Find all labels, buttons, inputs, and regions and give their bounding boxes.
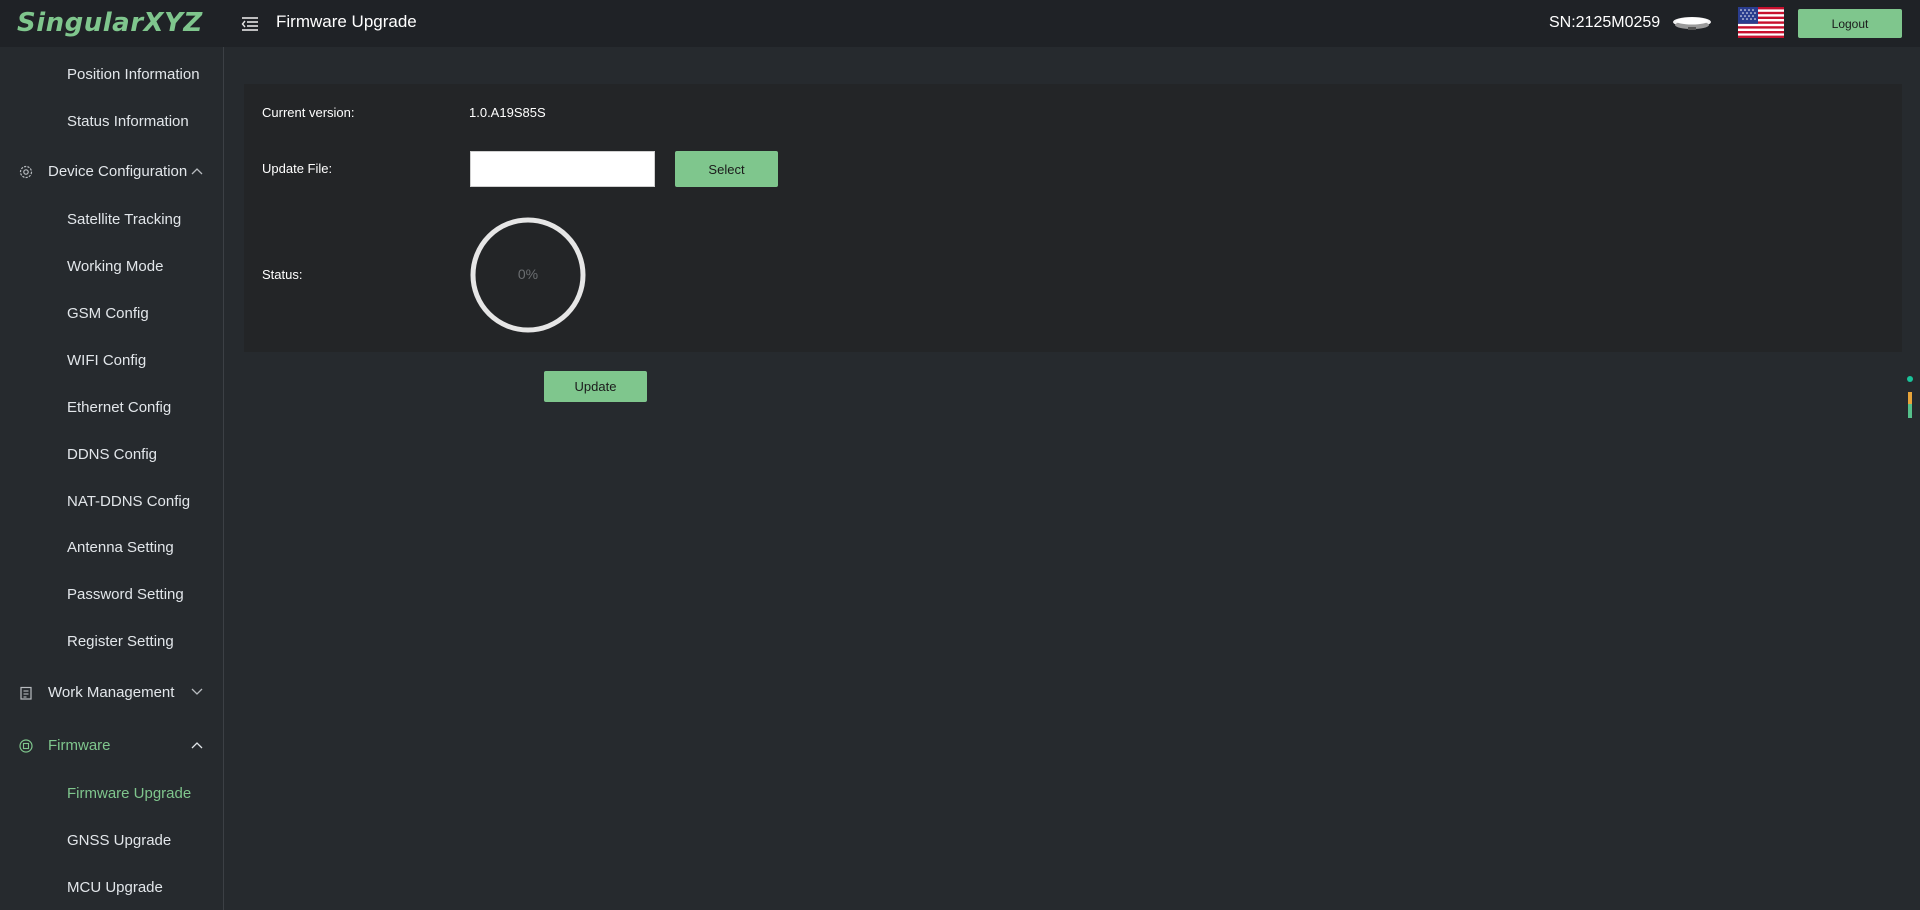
gnss-receiver-icon <box>1673 17 1711 30</box>
sidebar-item-mcu-upgrade[interactable]: MCU Upgrade <box>67 879 163 896</box>
chip-icon <box>19 739 33 753</box>
top-header: SingularXYZ Firmware Upgrade SN:2125M025… <box>0 0 1920 47</box>
sidebar: Position Information Status Information … <box>0 47 224 910</box>
gear-icon <box>19 165 33 179</box>
sidebar-item-status-information[interactable]: Status Information <box>67 113 189 130</box>
sidebar-item-firmware-upgrade[interactable]: Firmware Upgrade <box>67 785 191 802</box>
sidebar-item-antenna-setting[interactable]: Antenna Setting <box>67 539 174 556</box>
sidebar-item-password-setting[interactable]: Password Setting <box>67 586 184 603</box>
sidebar-item-position-information[interactable]: Position Information <box>67 66 200 83</box>
sidebar-item-wifi-config[interactable]: WIFI Config <box>67 352 146 369</box>
sidebar-group-label: Work Management <box>48 684 175 701</box>
side-indicator-icon <box>1907 376 1913 418</box>
serial-number: SN:2125M0259 <box>1549 14 1661 31</box>
update-file-input[interactable] <box>470 151 655 187</box>
sidebar-group-work-management[interactable]: Work Management <box>0 678 223 708</box>
current-version-label: Current version: <box>262 105 355 120</box>
sidebar-group-label: Device Configuration <box>48 163 188 180</box>
sidebar-item-working-mode[interactable]: Working Mode <box>67 258 163 275</box>
select-file-button[interactable]: Select <box>675 151 778 187</box>
sidebar-item-gnss-upgrade[interactable]: GNSS Upgrade <box>67 832 171 849</box>
sidebar-group-device-configuration[interactable]: Device Configuration <box>0 157 223 187</box>
chevron-up-icon <box>191 168 203 175</box>
sidebar-item-gsm-config[interactable]: GSM Config <box>67 305 149 322</box>
progress-percent: 0% <box>517 266 539 282</box>
status-label: Status: <box>262 267 303 282</box>
sidebar-group-firmware[interactable]: Firmware <box>0 731 223 761</box>
menu-toggle-icon[interactable] <box>240 14 260 34</box>
sidebar-item-satellite-tracking[interactable]: Satellite Tracking <box>67 211 181 228</box>
chevron-down-icon <box>191 688 203 695</box>
page-title: Firmware Upgrade <box>276 12 417 31</box>
sidebar-group-label: Firmware <box>48 737 111 754</box>
clipboard-icon <box>20 686 32 700</box>
brand-logo: SingularXYZ <box>17 8 203 38</box>
sidebar-item-ethernet-config[interactable]: Ethernet Config <box>67 399 171 416</box>
update-file-label: Update File: <box>262 161 333 176</box>
chevron-up-icon <box>191 742 203 749</box>
sidebar-item-ddns-config[interactable]: DDNS Config <box>67 446 157 463</box>
update-button[interactable]: Update <box>544 371 647 402</box>
sidebar-item-nat-ddns-config[interactable]: NAT-DDNS Config <box>67 493 190 510</box>
us-flag-icon[interactable] <box>1738 7 1784 38</box>
current-version-value: 1.0.A19S85S <box>469 105 546 120</box>
sidebar-item-register-setting[interactable]: Register Setting <box>67 633 174 650</box>
logout-button[interactable]: Logout <box>1798 9 1902 38</box>
